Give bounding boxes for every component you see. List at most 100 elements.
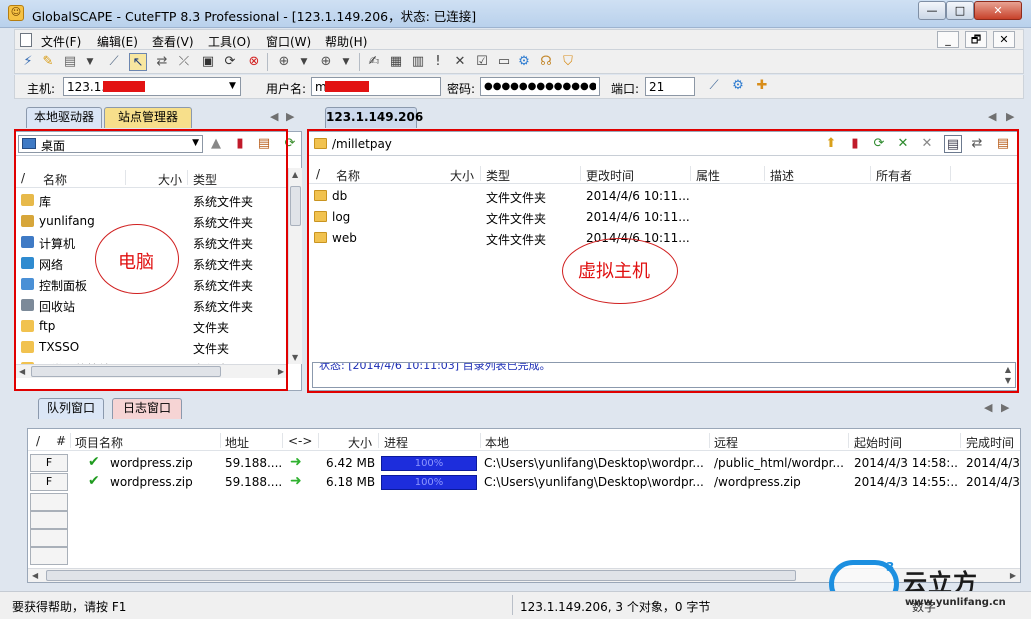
mdi-restore-button[interactable]: 🗗 [965, 31, 987, 48]
queue-header-end[interactable]: 完成时间 [966, 434, 1014, 451]
connect-plug-icon[interactable]: ⟋ [705, 77, 723, 95]
local-hscroll-thumb[interactable] [31, 366, 221, 377]
new-site-icon[interactable]: ▤ [61, 53, 79, 71]
queue-header-progress[interactable]: 进程 [384, 434, 408, 451]
remote-refresh-icon[interactable]: ⟳ [870, 135, 888, 153]
queue-row[interactable]: F ✔ wordpress.zip 59.188.... ➜ 6.18 MB 100% C:\… [28, 473, 1020, 492]
remote-tab-prev-arrow[interactable]: ◀ [988, 110, 996, 123]
tab-remote-host[interactable]: 123.1.149.206 [325, 107, 423, 128]
host-dropdown-icon[interactable]: ▼ [229, 81, 236, 91]
path-dropdown-icon[interactable]: ▼ [192, 138, 199, 148]
remote-transfer-icon[interactable]: ✕ [894, 135, 912, 153]
menu-help[interactable]: 帮助(H) [325, 33, 367, 50]
local-vscrollbar[interactable]: ▲ ▼ [288, 168, 302, 364]
log-scroll-up-icon[interactable]: ▲ [1005, 365, 1011, 374]
remote-header-desc[interactable]: 描述 [770, 167, 794, 184]
add-site-icon[interactable]: ✚ [753, 77, 771, 95]
tab-next-arrow[interactable]: ▶ [286, 110, 294, 123]
view-file-icon[interactable]: ▦ [387, 53, 405, 71]
menu-view[interactable]: 查看(V) [152, 33, 194, 50]
remote-header-type[interactable]: 类型 [486, 167, 510, 184]
list-item[interactable]: log 文件文件夹 2014/4/6 10:11... [308, 207, 1018, 228]
close-button[interactable]: ✕ [974, 1, 1022, 20]
list-item[interactable]: 回收站 系统文件夹 [15, 295, 301, 316]
up-folder-icon[interactable]: ▲ [207, 135, 225, 153]
remote-bookmark-icon[interactable]: ▮ [846, 135, 864, 153]
remote-new-folder-icon[interactable]: ▤ [994, 135, 1012, 153]
remote-header-modified[interactable]: 更改时间 [586, 167, 634, 184]
gear-icon[interactable]: ⚙ [729, 77, 747, 95]
queue-header-item[interactable]: 项目名称 [75, 434, 123, 451]
bottom-tab-next-arrow[interactable]: ▶ [1001, 401, 1009, 414]
list-item[interactable]: web 文件文件夹 2014/4/6 10:11... [308, 228, 1018, 249]
list-item[interactable]: TXSSO 文件夹 [15, 337, 301, 358]
headset-icon[interactable]: ☊ [537, 53, 555, 71]
password-input[interactable] [480, 77, 600, 96]
stop-icon[interactable]: ⊗ [245, 53, 263, 71]
download-icon[interactable]: ⊕ [275, 53, 293, 71]
exclamation-icon[interactable]: ! [429, 53, 447, 71]
queue-header-remote[interactable]: 远程 [714, 434, 738, 451]
lock-icon[interactable]: ▣ [199, 53, 217, 71]
queue-header-direction[interactable]: <-> [288, 434, 312, 448]
menu-window[interactable]: 窗口(W) [266, 33, 311, 50]
tab-queue-window[interactable]: 队列窗口 [38, 398, 104, 419]
quick-connect-icon[interactable]: ✎ [39, 53, 57, 71]
local-hscrollbar[interactable]: ◀ ▶ [15, 364, 288, 378]
remote-header-attr[interactable]: 属性 [696, 167, 720, 184]
tab-local-drives[interactable]: 本地驱动器 [26, 107, 102, 128]
queue-header-slash[interactable]: / [36, 434, 40, 448]
queue-flag[interactable]: F [30, 473, 68, 491]
list-item[interactable]: 库 系统文件夹 [15, 190, 301, 211]
tab-site-manager[interactable]: 站点管理器 [104, 107, 192, 128]
remote-log-input[interactable]: 状态: [2014/4/6 10:11:03] 目录列表已完成。 ▲ ▼ [312, 362, 1016, 388]
bottom-tab-prev-arrow[interactable]: ◀ [984, 401, 992, 414]
refresh-icon[interactable]: ⟳ [221, 53, 239, 71]
log-scroll-down-icon[interactable]: ▼ [1005, 376, 1011, 385]
edit-pointer-icon[interactable]: ↖ [129, 53, 147, 71]
properties-icon[interactable]: ☑ [473, 53, 491, 71]
queue-header-size[interactable]: 大小 [348, 434, 372, 451]
cuteftp-app-icon[interactable]: ☺ [8, 5, 24, 21]
remote-view-icon[interactable]: ▤ [944, 135, 962, 153]
new-folder-icon[interactable]: ▤ [255, 135, 273, 153]
menu-tools[interactable]: 工具(O) [208, 33, 251, 50]
queue-header-start[interactable]: 起始时间 [854, 434, 902, 451]
remote-header-size[interactable]: 大小 [450, 167, 474, 184]
maximize-button[interactable]: □ [946, 1, 974, 20]
local-path-select[interactable]: 桌面 ▼ [18, 135, 203, 153]
upload-dropdown-icon[interactable]: ▼ [337, 53, 355, 71]
list-item[interactable]: db 文件文件夹 2014/4/6 10:11... [308, 186, 1018, 207]
local-vscroll-thumb[interactable] [290, 186, 301, 226]
bookmark-icon[interactable]: ▮ [231, 135, 249, 153]
tab-prev-arrow[interactable]: ◀ [270, 110, 278, 123]
stop-transfer-icon[interactable]: ⤫ [175, 53, 193, 71]
reconnect-icon[interactable]: ⇄ [153, 53, 171, 71]
local-header-name[interactable]: 名称 [43, 171, 67, 188]
queue-row[interactable]: F ✔ wordpress.zip 59.188.... ➜ 6.42 MB 100% C:\… [28, 454, 1020, 473]
delete-icon[interactable]: ✕ [451, 53, 469, 71]
tab-log-window[interactable]: 日志窗口 [112, 398, 182, 419]
remote-up-folder-icon[interactable]: ⬆ [822, 135, 840, 153]
shield-icon[interactable]: ⛉ [559, 53, 577, 71]
port-input[interactable] [645, 77, 695, 96]
local-header-size[interactable]: 大小 [158, 171, 182, 188]
disconnect-icon[interactable]: ⟋ [105, 53, 123, 71]
edit-file-icon[interactable]: ✍ [365, 53, 383, 71]
queue-header-address[interactable]: 地址 [225, 434, 249, 451]
rename-icon[interactable]: ▭ [495, 53, 513, 71]
host-input[interactable] [63, 77, 241, 96]
menu-file[interactable]: 文件(F) [41, 33, 81, 50]
document-icon[interactable] [20, 33, 32, 47]
remote-tab-next-arrow[interactable]: ▶ [1006, 110, 1014, 123]
remote-header-name[interactable]: 名称 [336, 167, 360, 184]
connect-icon[interactable]: ⚡ [19, 53, 37, 71]
menu-edit[interactable]: 编辑(E) [97, 33, 138, 50]
remote-header-owner[interactable]: 所有者 [876, 167, 912, 184]
queue-header-index[interactable]: # [56, 434, 66, 448]
queue-hscroll-thumb[interactable] [46, 570, 796, 581]
upload-icon[interactable]: ⊕ [317, 53, 335, 71]
download-dropdown-icon[interactable]: ▼ [295, 53, 313, 71]
remote-path-text[interactable]: /milletpay [332, 137, 392, 151]
settings-icon[interactable]: ⚙ [515, 53, 533, 71]
